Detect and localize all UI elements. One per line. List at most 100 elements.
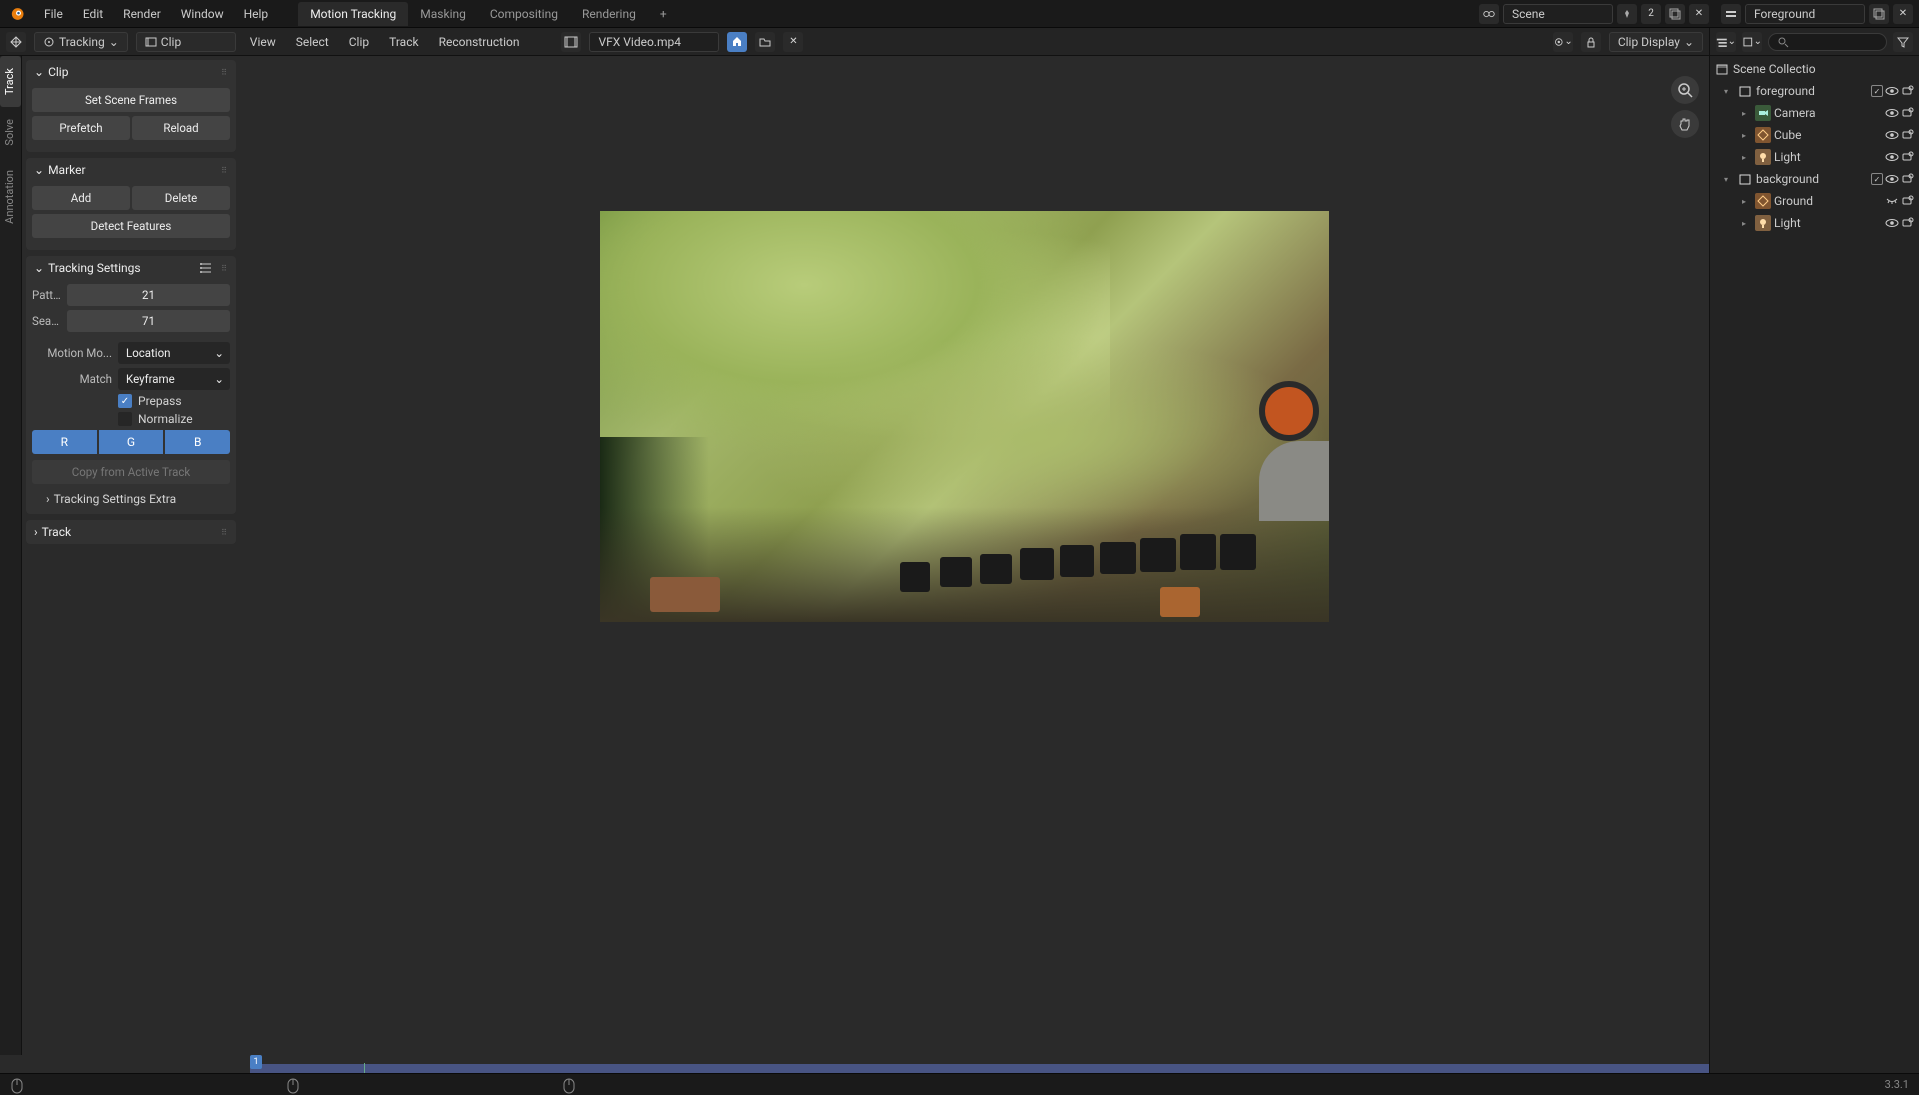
render-visibility-icon[interactable] [1901, 128, 1915, 142]
exclude-checkbox[interactable]: ✓ [1871, 85, 1883, 97]
clip-menu-reconstruction[interactable]: Reconstruction [433, 32, 526, 52]
outliner-row-light-bg[interactable]: ▸ Light [1712, 212, 1917, 234]
visibility-icon[interactable] [1885, 106, 1899, 120]
new-viewlayer-icon[interactable] [1869, 4, 1889, 24]
reload-button[interactable]: Reload [132, 116, 230, 140]
clip-menu-clip[interactable]: Clip [343, 32, 375, 52]
menu-render[interactable]: Render [113, 3, 171, 25]
visibility-icon[interactable] [1885, 216, 1899, 230]
visibility-icon[interactable] [1885, 128, 1899, 142]
outliner-row-ground[interactable]: ▸ Ground [1712, 190, 1917, 212]
pattern-size-input[interactable] [67, 284, 230, 306]
exclude-checkbox[interactable]: ✓ [1871, 173, 1883, 185]
viewlayer-name-input[interactable] [1745, 4, 1865, 24]
channel-b-toggle[interactable]: B [165, 430, 230, 454]
delete-scene-icon[interactable]: ✕ [1689, 4, 1709, 24]
delete-marker-button[interactable]: Delete [132, 186, 230, 210]
scene-browse-icon[interactable] [1479, 4, 1499, 24]
workspace-tab-rendering[interactable]: Rendering [570, 2, 648, 26]
set-scene-frames-button[interactable]: Set Scene Frames [32, 88, 230, 112]
search-size-input[interactable] [67, 310, 230, 332]
copy-from-active-track-button[interactable]: Copy from Active Track [32, 460, 230, 484]
clip-datablock-icon[interactable] [561, 32, 581, 52]
prefetch-button[interactable]: Prefetch [32, 116, 130, 140]
workspace-tab-masking[interactable]: Masking [408, 2, 478, 26]
channel-r-toggle[interactable]: R [32, 430, 97, 454]
side-tab-annotation[interactable]: Annotation [0, 158, 21, 236]
menu-edit[interactable]: Edit [73, 3, 113, 25]
match-dropdown[interactable]: Keyframe [118, 368, 230, 390]
expand-arrow-icon[interactable]: ▸ [1742, 109, 1752, 118]
clip-menu-view[interactable]: View [244, 32, 282, 52]
render-visibility-icon[interactable] [1901, 216, 1915, 230]
expand-arrow-icon[interactable]: ▸ [1742, 219, 1752, 228]
pivot-icon[interactable]: ⌄ [1553, 32, 1573, 52]
editor-type-icon[interactable] [6, 32, 26, 52]
outliner-filter-icon[interactable]: ⌄ [1742, 32, 1762, 52]
side-tab-solve[interactable]: Solve [0, 107, 21, 158]
expand-arrow-icon[interactable]: ▾ [1724, 175, 1734, 184]
render-visibility-icon[interactable] [1901, 84, 1915, 98]
cache-timeline[interactable]: 1 [0, 1055, 1709, 1073]
tracking-settings-extra-toggle[interactable]: › Tracking Settings Extra [32, 488, 230, 506]
clip-menu-select[interactable]: Select [290, 32, 335, 52]
clip-view-dropdown[interactable]: Clip [136, 32, 236, 52]
clip-filename-input[interactable] [589, 32, 719, 52]
visibility-icon[interactable] [1885, 84, 1899, 98]
menu-help[interactable]: Help [234, 3, 279, 25]
side-tab-track[interactable]: Track [0, 56, 21, 107]
open-clip-icon[interactable] [755, 32, 775, 52]
outliner-search-input[interactable] [1768, 33, 1887, 51]
marker-panel-header[interactable]: ⌄ Marker ⠿ [26, 158, 236, 182]
outliner-display-mode-icon[interactable]: ⌄ [1716, 32, 1736, 52]
outliner-row-foreground[interactable]: ▾ foreground ✓ [1712, 80, 1917, 102]
unlink-clip-icon[interactable]: ✕ [783, 32, 803, 52]
channel-g-toggle[interactable]: G [99, 430, 164, 454]
tracking-mode-dropdown[interactable]: Tracking ⌄ [34, 32, 128, 52]
menu-window[interactable]: Window [171, 3, 234, 25]
viewport-pan-icon[interactable] [1671, 110, 1699, 138]
new-scene-icon[interactable] [1665, 4, 1685, 24]
normalize-checkbox[interactable] [118, 412, 132, 426]
scene-users-count[interactable]: 2 [1641, 4, 1661, 24]
detect-features-button[interactable]: Detect Features [32, 214, 230, 238]
clip-display-dropdown[interactable]: Clip Display ⌄ [1609, 32, 1703, 52]
clip-panel-header[interactable]: ⌄ Clip ⠿ [26, 60, 236, 84]
add-workspace-button[interactable]: + [648, 2, 679, 26]
menu-file[interactable]: File [34, 3, 73, 25]
expand-arrow-icon[interactable]: ▸ [1742, 153, 1752, 162]
add-marker-button[interactable]: Add [32, 186, 130, 210]
outliner-row-camera[interactable]: ▸ Camera [1712, 102, 1917, 124]
render-visibility-icon[interactable] [1901, 194, 1915, 208]
viewlayer-browse-icon[interactable] [1721, 4, 1741, 24]
workspace-tab-compositing[interactable]: Compositing [478, 2, 570, 26]
outliner-row-light[interactable]: ▸ Light [1712, 146, 1917, 168]
preset-list-icon[interactable] [199, 261, 213, 275]
motion-model-dropdown[interactable]: Location [118, 342, 230, 364]
render-visibility-icon[interactable] [1901, 172, 1915, 186]
clip-menu-track[interactable]: Track [383, 32, 424, 52]
visibility-icon[interactable] [1885, 150, 1899, 164]
prepass-checkbox[interactable]: ✓ [118, 394, 132, 408]
scene-name-input[interactable] [1503, 4, 1613, 24]
scene-collection-row[interactable]: Scene Collectio [1712, 58, 1917, 80]
visibility-icon[interactable] [1885, 172, 1899, 186]
delete-viewlayer-icon[interactable]: ✕ [1893, 4, 1913, 24]
expand-arrow-icon[interactable]: ▸ [1742, 197, 1752, 206]
track-panel-header[interactable]: › Track ⠿ [26, 520, 236, 544]
outliner-row-background[interactable]: ▾ background ✓ [1712, 168, 1917, 190]
outliner-filter-funnel-icon[interactable] [1893, 32, 1913, 52]
visibility-hidden-icon[interactable] [1885, 194, 1899, 208]
outliner-row-cube[interactable]: ▸ Cube [1712, 124, 1917, 146]
lock-view-icon[interactable] [1581, 32, 1601, 52]
render-visibility-icon[interactable] [1901, 106, 1915, 120]
tracking-settings-header[interactable]: ⌄ Tracking Settings ⠿ [26, 256, 236, 280]
clip-viewport[interactable] [240, 56, 1709, 1055]
expand-arrow-icon[interactable]: ▾ [1724, 87, 1734, 96]
playhead[interactable]: 1 [250, 1055, 262, 1069]
workspace-tab-motion-tracking[interactable]: Motion Tracking [298, 2, 408, 26]
pin-scene-icon[interactable] [1617, 4, 1637, 24]
viewport-zoom-icon[interactable] [1671, 76, 1699, 104]
render-visibility-icon[interactable] [1901, 150, 1915, 164]
fake-user-icon[interactable] [727, 32, 747, 52]
